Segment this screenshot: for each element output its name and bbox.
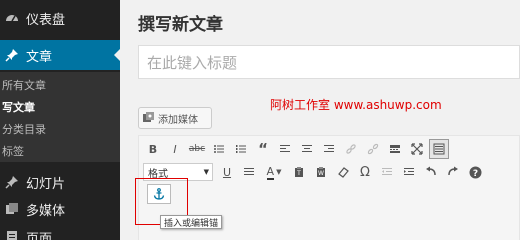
numbered-list-icon[interactable] xyxy=(231,139,251,159)
align-right-icon[interactable] xyxy=(319,139,339,159)
title-placeholder: 在此键入标题 xyxy=(147,53,238,72)
chevron-down-icon: ▼ xyxy=(203,168,209,176)
post-title-input[interactable]: 在此键入标题 xyxy=(138,45,520,79)
sidebar-item-dashboard[interactable]: 仪表盘 xyxy=(0,3,120,33)
add-media-icon xyxy=(143,112,155,124)
outdent-icon[interactable] xyxy=(377,162,397,182)
sidebar-item-pages[interactable]: 页面 xyxy=(0,222,120,240)
toolbar-row-1: B I abc “ xyxy=(143,139,451,159)
page-icon xyxy=(2,227,22,240)
indent-icon[interactable] xyxy=(399,162,419,182)
svg-text:?: ? xyxy=(472,169,477,179)
paste-text-icon[interactable]: T xyxy=(289,162,309,182)
text-color-icon[interactable]: A ▼ xyxy=(261,162,287,182)
strikethrough-icon[interactable]: abc xyxy=(187,139,207,159)
submenu-categories[interactable]: 分类目录 xyxy=(2,121,46,137)
bold-icon[interactable]: B xyxy=(143,139,163,159)
pin-icon xyxy=(2,45,22,65)
submenu-all-posts[interactable]: 所有文章 xyxy=(2,77,46,93)
page-title: 撰写新文章 xyxy=(138,15,223,35)
sidebar-item-posts[interactable]: 文章 xyxy=(0,40,121,70)
sidebar-item-label: 页面 xyxy=(26,231,53,240)
blockquote-icon[interactable]: “ xyxy=(253,139,273,159)
special-char-icon[interactable]: Ω xyxy=(355,162,375,182)
sidebar-item-label: 多媒体 xyxy=(26,203,66,219)
svg-text:T: T xyxy=(296,170,301,177)
admin-sidebar: 仪表盘 文章 所有文章 写文章 分类目录 标签 幻灯片 多媒体 页面 xyxy=(0,0,121,240)
fullscreen-icon[interactable] xyxy=(407,139,427,159)
underline-icon[interactable]: U xyxy=(217,162,237,182)
toolbar-row-2: 格式 ▼ U A ▼ T W Ω ? xyxy=(143,162,487,182)
posts-submenu: 所有文章 写文章 分类目录 标签 xyxy=(0,72,120,162)
pin-icon xyxy=(2,172,22,192)
media-icon xyxy=(2,199,22,219)
submenu-new-post[interactable]: 写文章 xyxy=(2,99,35,115)
add-media-button[interactable]: 添加媒体 xyxy=(138,107,212,129)
sidebar-item-label: 仪表盘 xyxy=(26,12,66,28)
clear-format-icon[interactable] xyxy=(333,162,353,182)
link-icon[interactable] xyxy=(341,139,361,159)
kitchen-sink-icon[interactable] xyxy=(429,139,449,159)
redo-icon[interactable] xyxy=(443,162,463,182)
paste-word-icon[interactable]: W xyxy=(311,162,331,182)
justify-icon[interactable] xyxy=(239,162,259,182)
more-tag-icon[interactable] xyxy=(385,139,405,159)
bullet-list-icon[interactable] xyxy=(209,139,229,159)
add-media-label: 添加媒体 xyxy=(158,114,198,126)
submenu-tags[interactable]: 标签 xyxy=(2,143,24,159)
anchor-tooltip: 插入或编辑锚 xyxy=(160,215,223,229)
dashboard-icon xyxy=(2,8,22,28)
svg-text:W: W xyxy=(318,170,324,177)
help-icon[interactable]: ? xyxy=(465,162,485,182)
sidebar-item-label: 文章 xyxy=(26,49,53,65)
align-center-icon[interactable] xyxy=(297,139,317,159)
align-left-icon[interactable] xyxy=(275,139,295,159)
unlink-icon[interactable] xyxy=(363,139,383,159)
undo-icon[interactable] xyxy=(421,162,441,182)
italic-icon[interactable]: I xyxy=(165,139,185,159)
sidebar-item-slides[interactable]: 幻灯片 xyxy=(0,167,120,197)
watermark-text: 阿树工作室 www.ashuwp.com xyxy=(270,98,442,112)
sidebar-item-media[interactable]: 多媒体 xyxy=(0,194,120,224)
sidebar-item-label: 幻灯片 xyxy=(26,176,66,192)
